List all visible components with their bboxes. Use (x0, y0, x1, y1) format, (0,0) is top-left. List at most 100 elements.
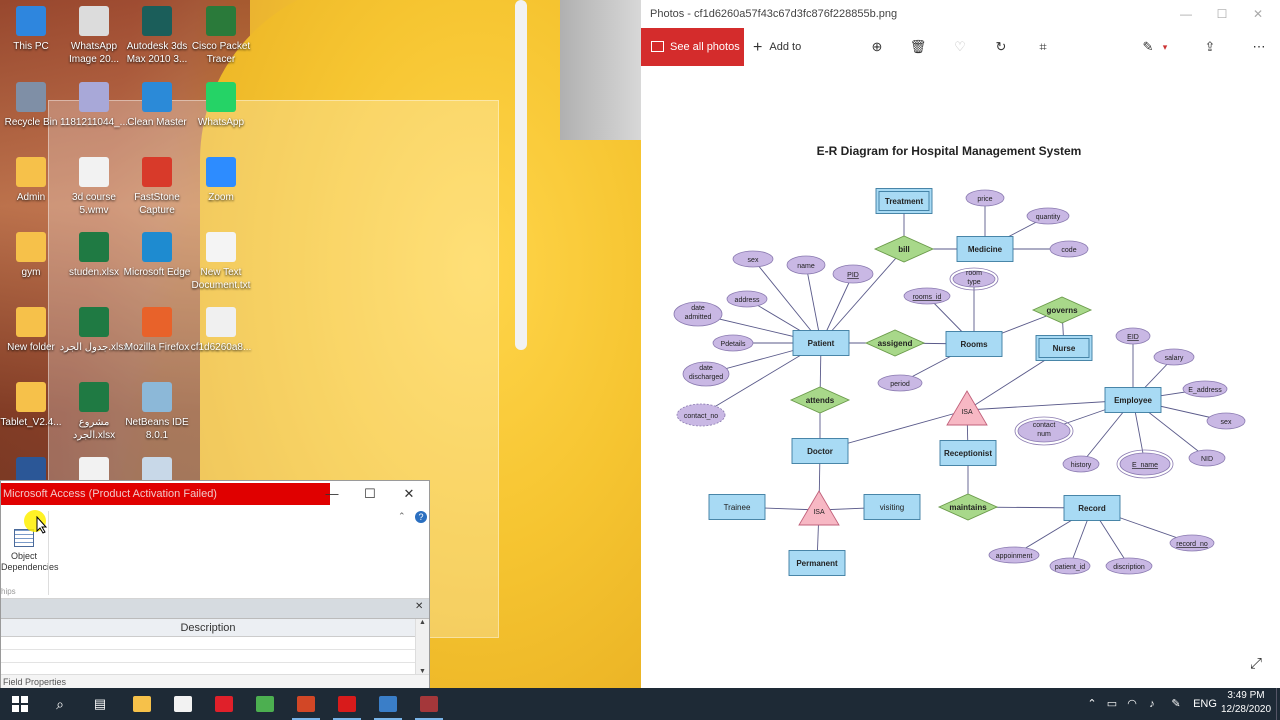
clock[interactable]: 3:49 PM 12/28/2020 (1218, 689, 1274, 717)
faststone-icon (142, 157, 172, 187)
pane-close-button[interactable]: ✕ (415, 601, 423, 612)
desktop-icon[interactable]: Mozilla Firefox (121, 303, 193, 354)
access-title: Microsoft Access (Product Activation Fai… (1, 483, 330, 505)
firefox-icon (142, 307, 172, 337)
desktop-icon[interactable]: gym (0, 228, 67, 279)
network-icon[interactable]: ◠ (1124, 688, 1140, 720)
desktop-icon[interactable]: WhatsApp Image 20... (58, 2, 130, 66)
acrobat-icon (338, 696, 356, 712)
desktop-icon[interactable]: Recycle Bin (0, 78, 67, 129)
rotate-icon[interactable]: ↻ (989, 28, 1013, 66)
table-row[interactable] (1, 637, 415, 650)
attribute-label: code (1061, 247, 1076, 254)
desktop-icon[interactable]: FastStone Capture (121, 153, 193, 217)
desktop-icon[interactable]: 1181211044_... (58, 78, 130, 129)
maximize-button[interactable]: ☐ (355, 485, 385, 503)
taskbar-app[interactable] (368, 688, 408, 720)
whatsapp-icon (206, 82, 236, 112)
desktop-icon-label: NetBeans IDE 8.0.1 (125, 417, 189, 441)
desktop-icon[interactable]: 3d course 5.wmv (58, 153, 130, 217)
language-indicator[interactable]: ENG (1192, 688, 1218, 720)
attribute-label: rooms_id (913, 294, 942, 301)
task-view-icon[interactable]: ▤ (80, 688, 120, 720)
packet-tracer-icon (206, 6, 236, 36)
desktop-icon-label: Recycle Bin (4, 117, 58, 128)
ribbon-collapse-icon[interactable]: ⌃ (398, 511, 406, 522)
show-desktop-button[interactable] (1276, 688, 1280, 720)
search-icon[interactable]: ⌕ (40, 688, 80, 720)
access-window[interactable]: Microsoft Access (Product Activation Fai… (0, 480, 430, 688)
desktop-icon[interactable]: New Text Document.txt (185, 228, 257, 292)
photos-icon (379, 696, 397, 712)
desktop-icon[interactable]: WhatsApp (185, 78, 257, 129)
taskbar-app[interactable] (286, 688, 326, 720)
desktop-icon[interactable]: Cisco Packet Tracer (185, 2, 257, 66)
desktop-icon[interactable]: مشروع الجرد.xlsx (58, 378, 130, 442)
zoom-icon[interactable]: ⊕ (865, 28, 889, 66)
taskbar-app[interactable] (204, 688, 244, 720)
desktop-icon-label: Autodesk 3ds Max 2010 3... (126, 41, 188, 65)
folder-icon (16, 232, 46, 262)
help-icon[interactable]: ? (415, 511, 427, 523)
field-grid[interactable]: Description (1, 619, 415, 676)
add-to-button[interactable]: + Add to (753, 28, 801, 66)
desktop-icon[interactable]: cf1d6260a8... (185, 303, 257, 354)
table-row[interactable] (1, 650, 415, 663)
delete-icon[interactable]: 🗑 (906, 28, 930, 66)
photos-maximize-button[interactable]: ☐ (1204, 0, 1240, 28)
photos-titlebar[interactable]: Photos - cf1d6260a57f43c67d3fc876f228855… (641, 0, 1280, 28)
attribute-label: patient_id (1055, 564, 1085, 571)
attribute-label: E_address (1188, 387, 1222, 394)
pen-icon[interactable]: ✎ (1166, 688, 1186, 720)
close-button[interactable]: ✕ (394, 485, 424, 503)
photo-canvas: E-R Diagram for Hospital Management Syst… (641, 66, 1280, 688)
chevron-down-icon[interactable]: ▾ (1153, 28, 1177, 66)
desktop-icon[interactable]: NetBeans IDE 8.0.1 (121, 378, 193, 442)
desktop-icon[interactable]: studen.xlsx (58, 228, 130, 279)
battery-icon[interactable]: ▭ (1104, 688, 1120, 720)
see-all-photos-button[interactable]: See all photos (641, 28, 744, 66)
desktop-icon[interactable]: Clean Master (121, 78, 193, 129)
minimize-button[interactable]: — (317, 485, 347, 503)
desktop-icon-label: New folder (7, 342, 55, 353)
desktop-icon[interactable]: Admin (0, 153, 67, 204)
desktop-icon[interactable]: This PC (0, 2, 67, 53)
desktop-icon[interactable]: جدول الجرد.xlsx (58, 303, 130, 354)
desktop-icon-label: Cisco Packet Tracer (191, 41, 251, 65)
attribute-label: Pdetails (721, 341, 746, 348)
vertical-scrollbar[interactable]: ▲ ▼ (415, 619, 429, 675)
photos-close-button[interactable]: ✕ (1240, 0, 1276, 28)
relationship-label: maintains (949, 503, 987, 512)
isa-label: ISA (961, 409, 973, 416)
netbeans-icon (142, 382, 172, 412)
desktop-icon-label: Microsoft Edge (123, 267, 191, 278)
photos-minimize-button[interactable]: — (1168, 0, 1204, 28)
object-dependencies-button[interactable]: Object Dependencies (1, 529, 59, 573)
taskbar-app[interactable] (122, 688, 162, 720)
photos-window[interactable]: Photos - cf1d6260a57f43c67d3fc876f228855… (641, 0, 1280, 688)
more-icon[interactable]: ⋯ (1247, 28, 1271, 66)
taskbar-app[interactable] (409, 688, 449, 720)
desktop-icon[interactable]: Tablet_V2.4... (0, 378, 67, 429)
mouse-pointer-icon (36, 516, 48, 534)
taskbar-app[interactable] (327, 688, 367, 720)
share-icon[interactable]: ⇪ (1198, 28, 1222, 66)
desktop-icon[interactable]: Zoom (185, 153, 257, 204)
desktop-icon[interactable]: Autodesk 3ds Max 2010 3... (121, 2, 193, 66)
scroll-up-icon[interactable]: ▲ (416, 619, 429, 626)
description-column-header: Description (1, 619, 415, 637)
volume-icon[interactable]: ♪ (1144, 688, 1160, 720)
favorite-icon[interactable]: ♡ (948, 28, 972, 66)
text-file-icon (206, 232, 236, 262)
entity-label: Receptionist (944, 449, 992, 458)
start-button[interactable] (0, 688, 40, 720)
expand-icon[interactable]: ⤢ (1250, 655, 1262, 672)
desktop-icon[interactable]: Microsoft Edge (121, 228, 193, 279)
taskbar-app[interactable] (245, 688, 285, 720)
isa-shape (946, 390, 988, 426)
tray-chevron-icon[interactable]: ⌃ (1084, 688, 1100, 720)
desktop-icon[interactable]: New folder (0, 303, 67, 354)
access-titlebar[interactable]: Microsoft Access (Product Activation Fai… (1, 481, 429, 507)
crop-icon[interactable]: ⌗ (1031, 28, 1055, 66)
taskbar-app[interactable] (163, 688, 203, 720)
